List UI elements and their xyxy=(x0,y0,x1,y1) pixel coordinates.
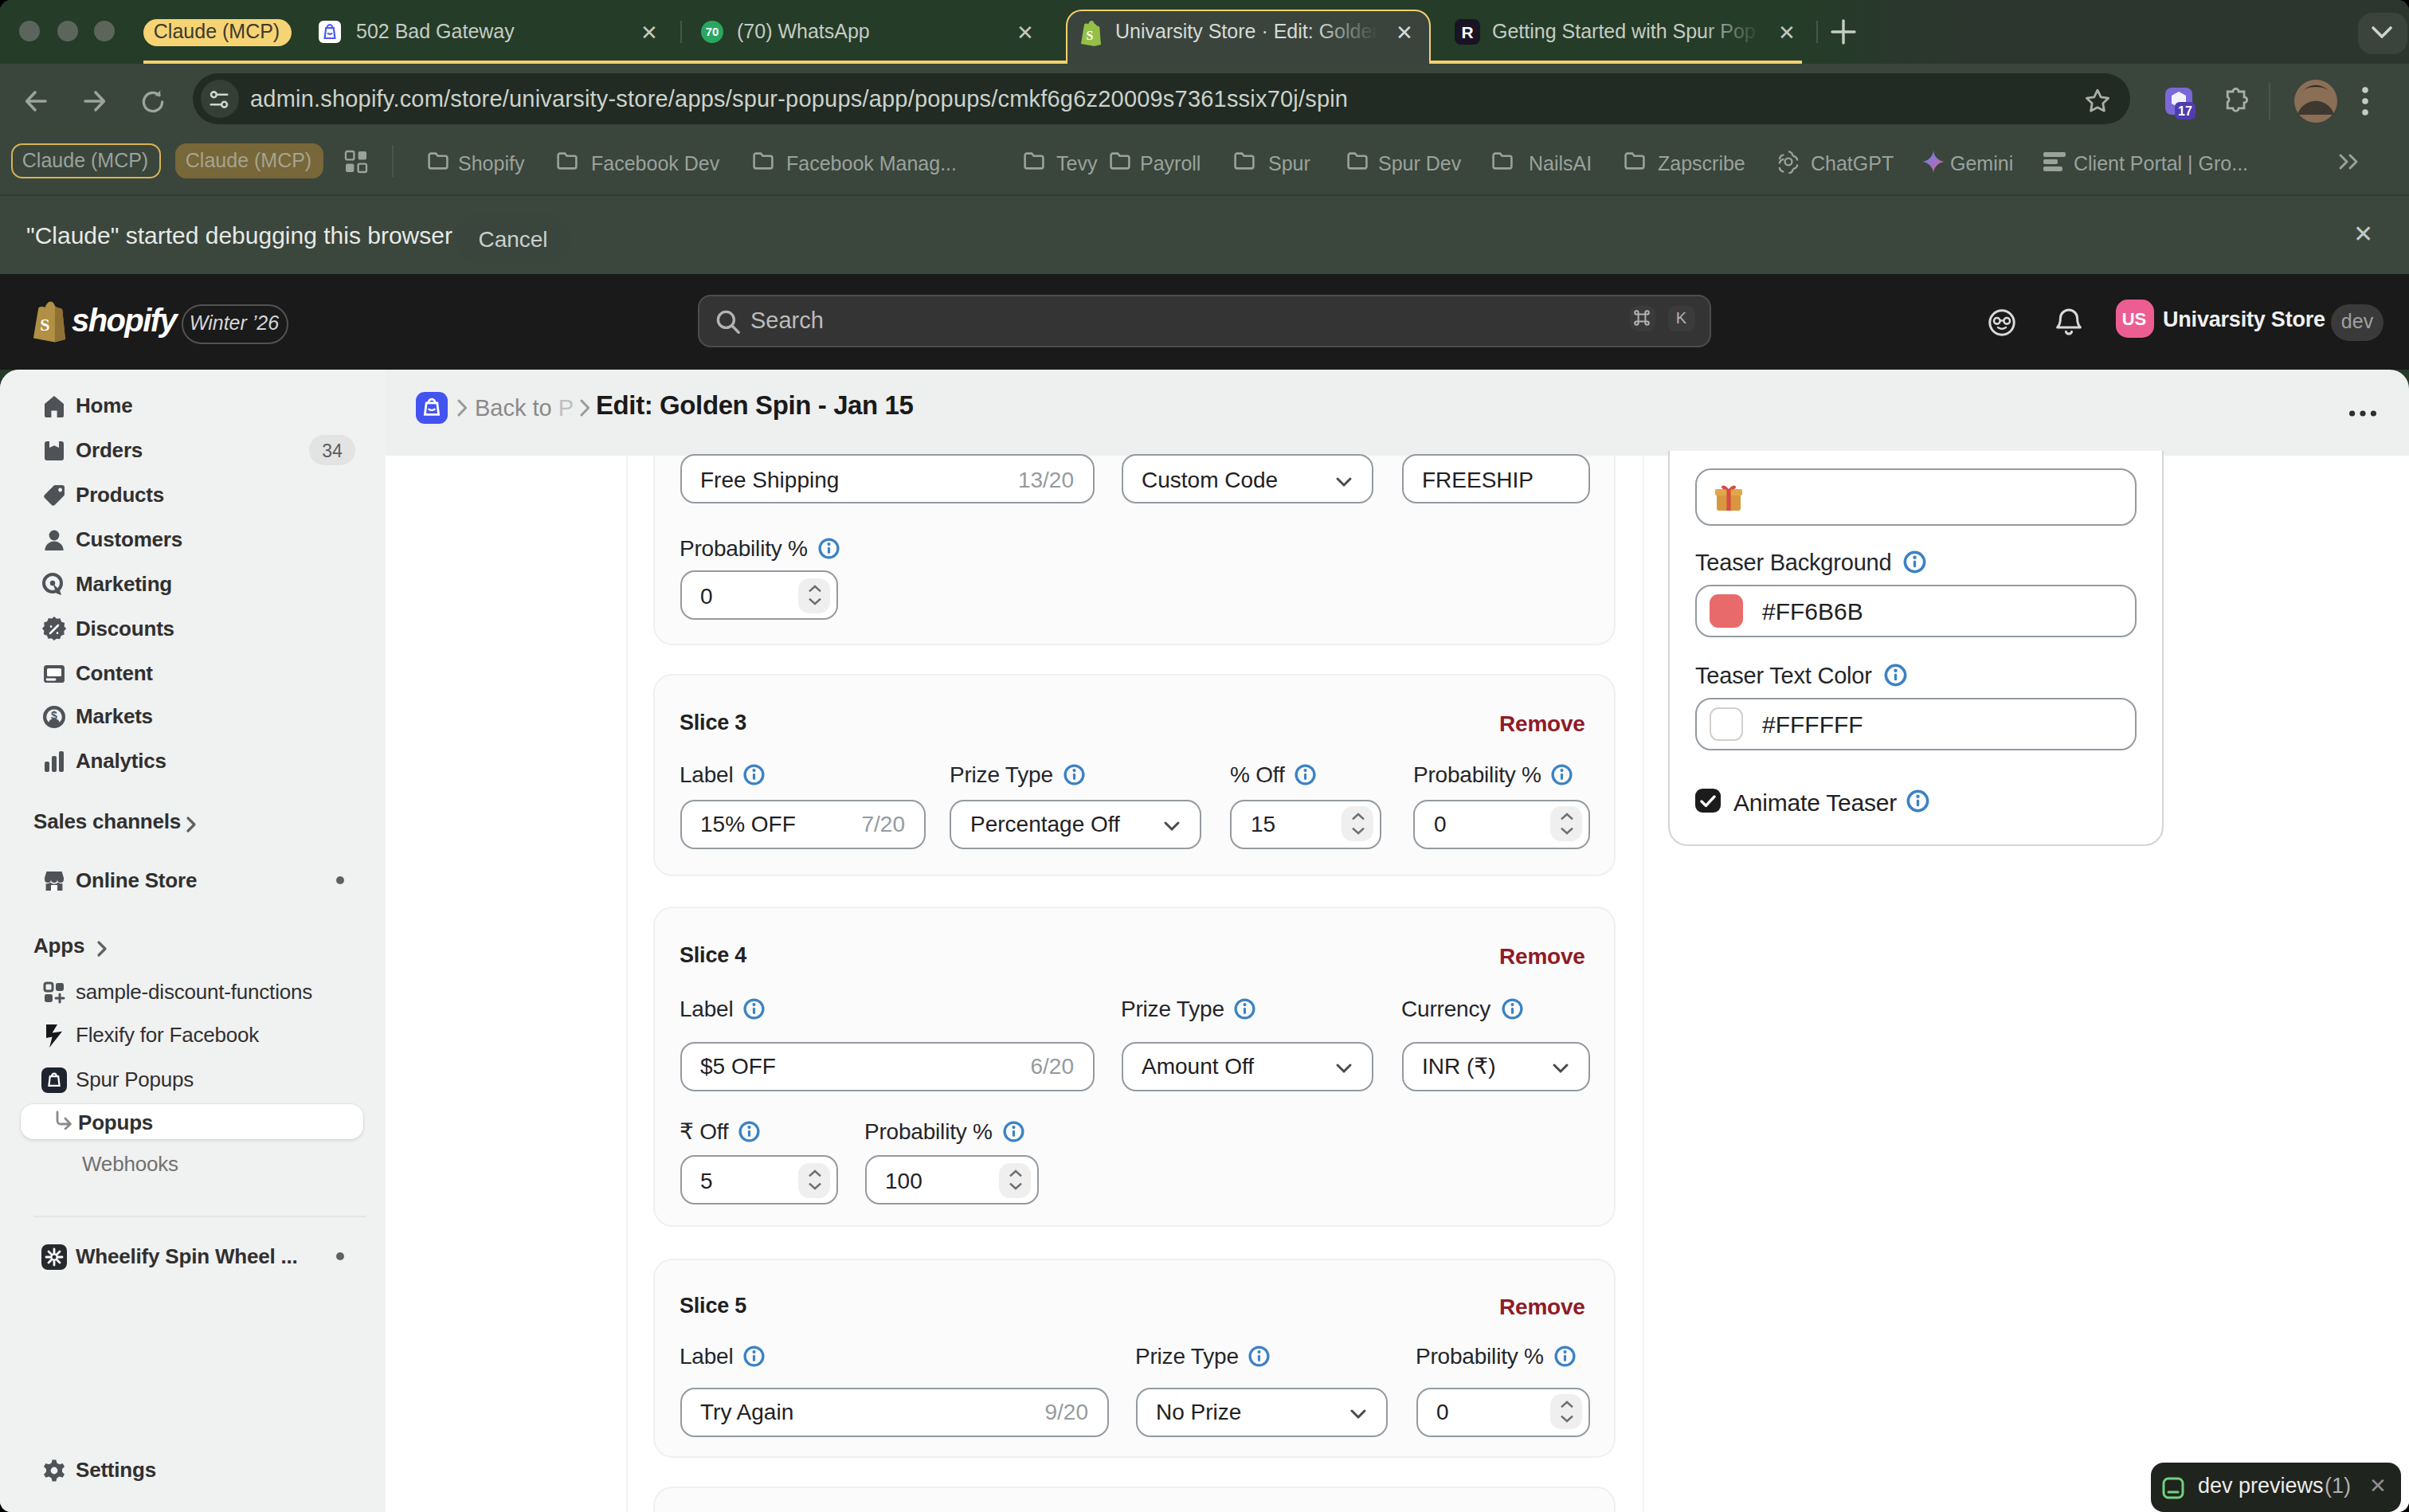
svg-text:17: 17 xyxy=(2178,104,2192,117)
svg-text:S: S xyxy=(40,315,49,335)
svg-text:70: 70 xyxy=(706,25,719,38)
svg-text:S: S xyxy=(1086,28,1093,41)
svg-text:R: R xyxy=(1461,23,1473,41)
svg-text:$: $ xyxy=(51,709,57,722)
